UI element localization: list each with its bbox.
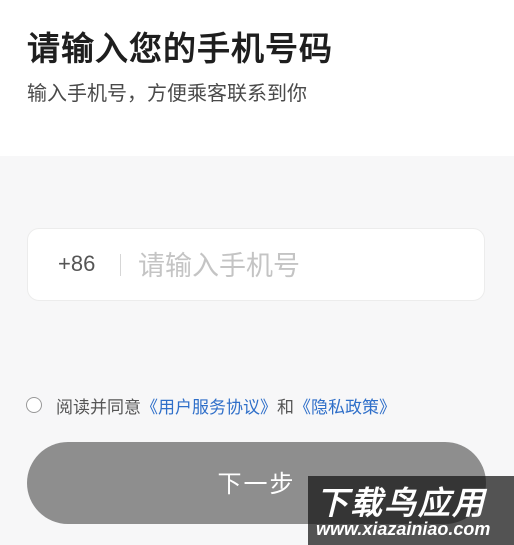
privacy-policy-link[interactable]: 《隐私政策》	[294, 393, 396, 418]
country-code[interactable]: +86	[58, 251, 95, 277]
agreement-prefix: 阅读并同意	[56, 397, 141, 418]
agreement-conjunction: 和	[277, 397, 294, 418]
page-title: 请输入您的手机号码	[27, 29, 333, 68]
phone-input[interactable]	[136, 241, 470, 291]
input-divider	[120, 254, 121, 276]
watermark-logo: 下载鸟应用 www.xiazainiao.com	[308, 476, 514, 545]
agreement-row: 阅读并同意 《用户服务协议》 和 《隐私政策》	[26, 393, 396, 418]
user-agreement-link[interactable]: 《用户服务协议》	[141, 393, 277, 418]
phone-input-box[interactable]: +86	[27, 228, 485, 301]
header-section: 请输入您的手机号码 输入手机号，方便乘客联系到你	[0, 0, 514, 156]
agreement-checkbox[interactable]	[26, 397, 42, 413]
page-subtitle: 输入手机号，方便乘客联系到你	[27, 81, 307, 105]
watermark-url: www.xiazainiao.com	[316, 519, 491, 539]
watermark-brand: 下载鸟应用	[316, 484, 487, 522]
